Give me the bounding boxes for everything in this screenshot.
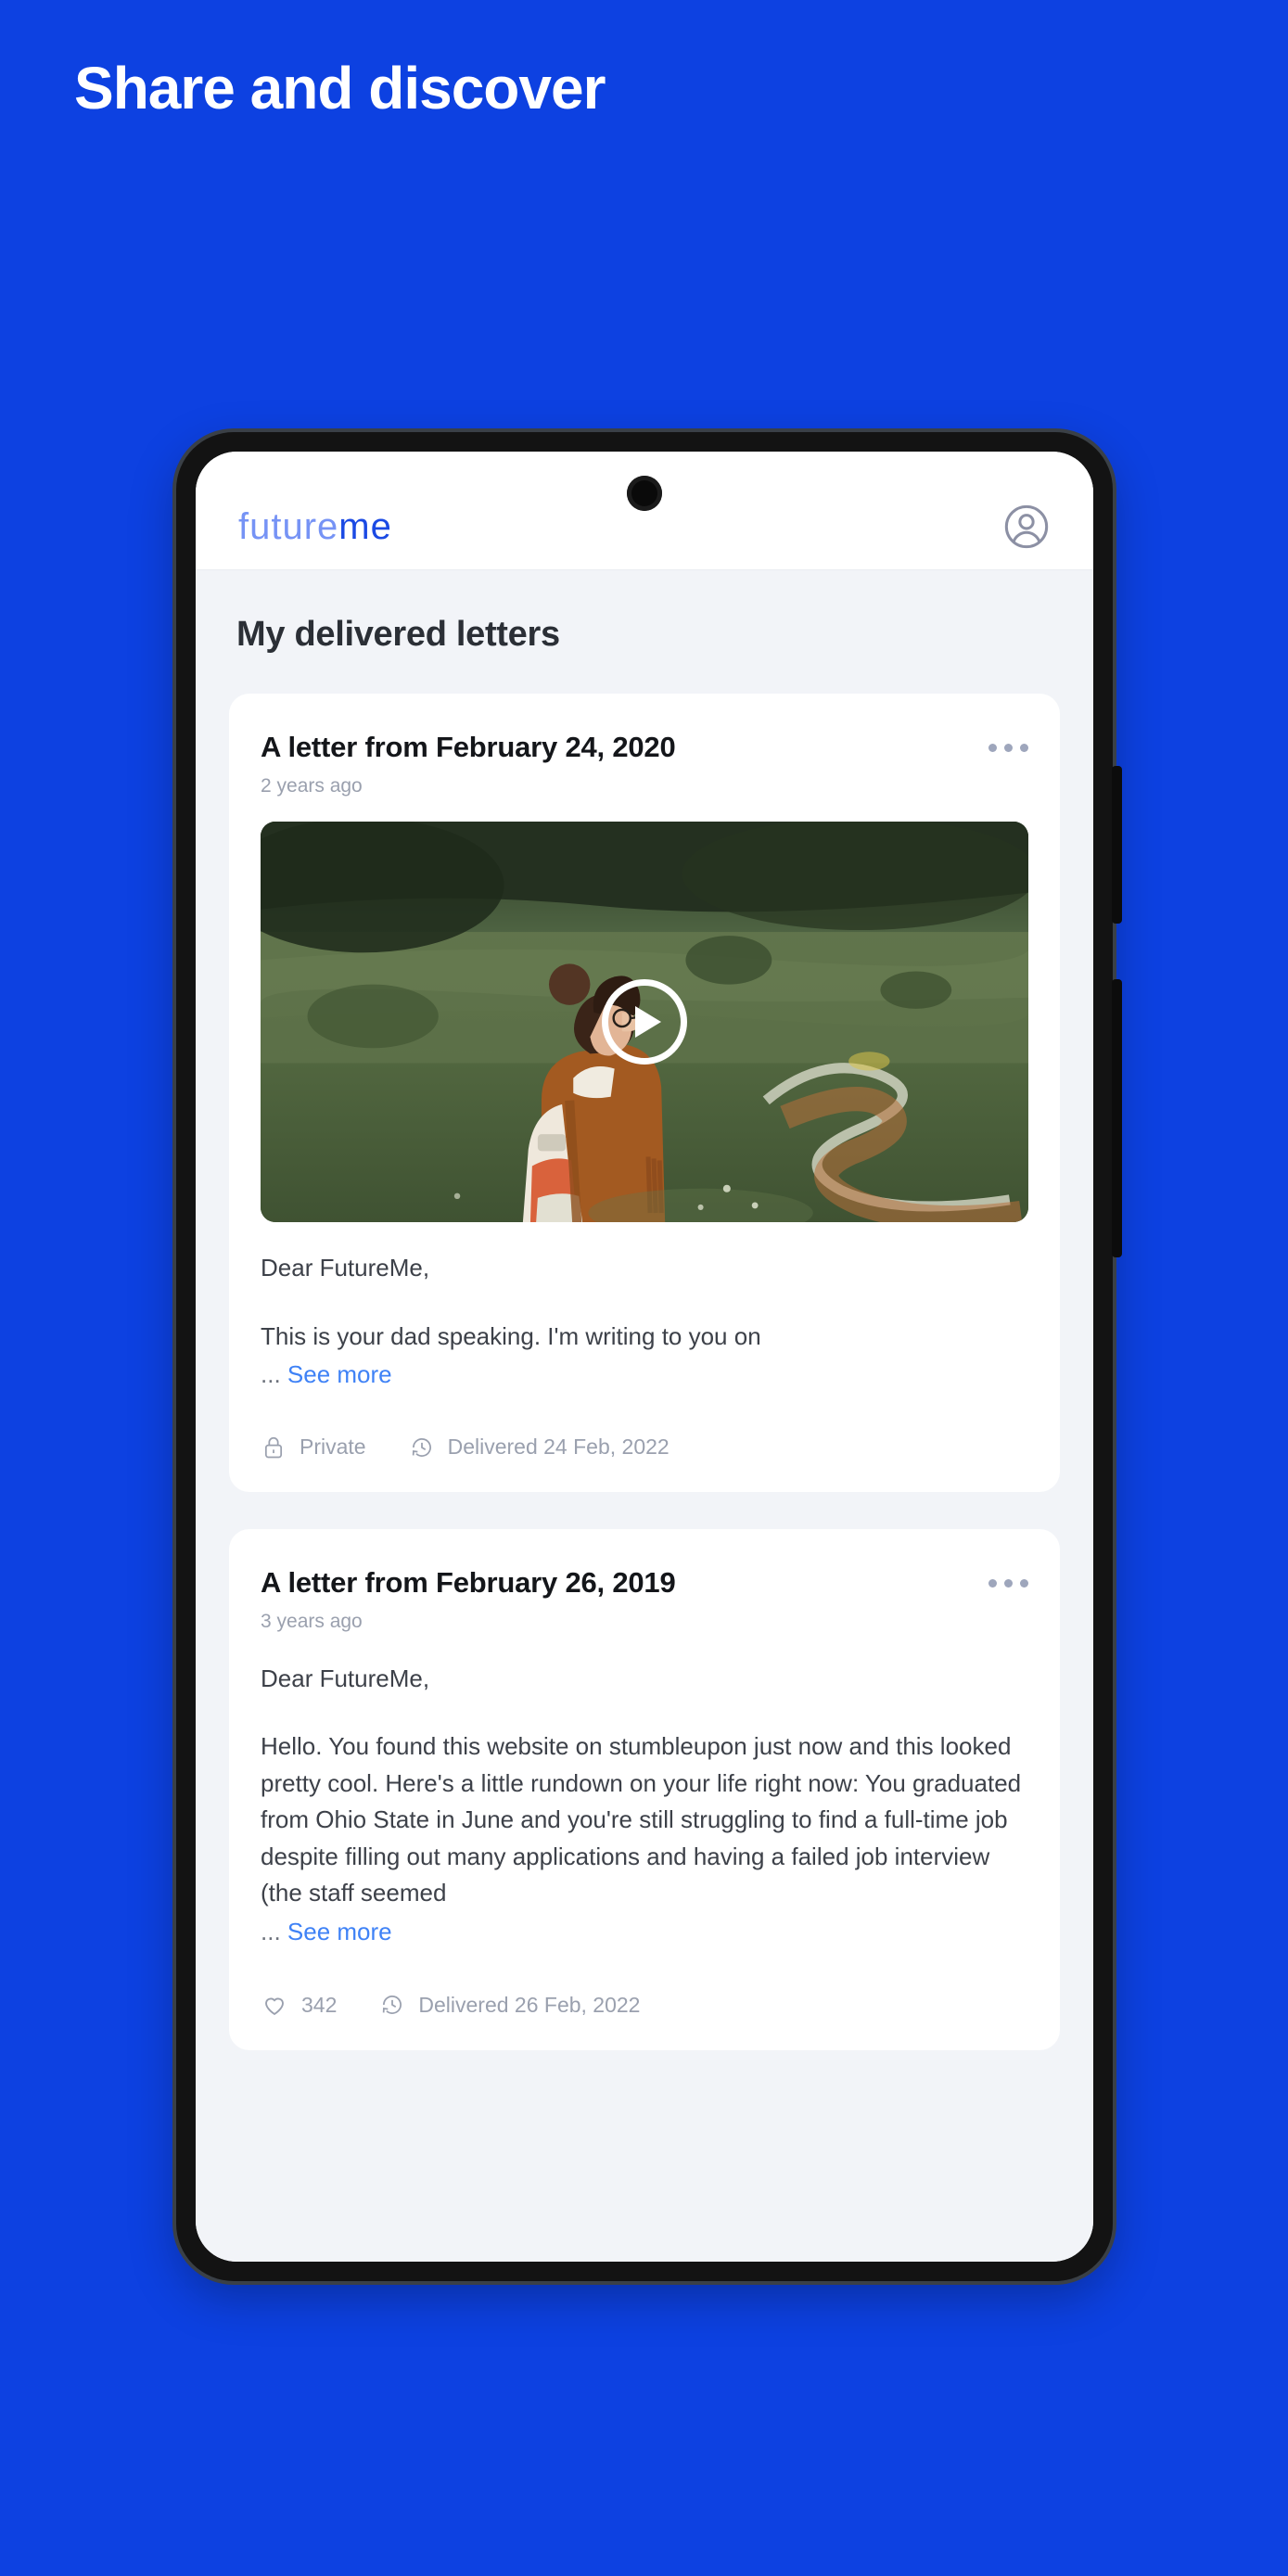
ellipsis: ... bbox=[261, 1360, 281, 1389]
letter-card-footer: Private Delivered 24 Feb, 2022 bbox=[261, 1435, 1028, 1460]
ellipsis: ... bbox=[261, 1917, 281, 1945]
letter-body: Dear FutureMe, Hello. You found this web… bbox=[261, 1661, 1028, 1912]
likes-count: 342 bbox=[301, 1992, 338, 2017]
letter-greeting: Dear FutureMe, bbox=[261, 1254, 430, 1282]
phone-screen: futureme My delivered letters A letter f… bbox=[196, 452, 1093, 2262]
letter-excerpt: Hello. You found this website on stumble… bbox=[261, 1732, 1022, 1907]
phone-frame: futureme My delivered letters A letter f… bbox=[176, 432, 1122, 2281]
letter-title: A letter from February 24, 2020 bbox=[261, 731, 676, 763]
clock-history-icon bbox=[409, 1435, 435, 1460]
letter-greeting: Dear FutureMe, bbox=[261, 1664, 430, 1692]
see-more-link[interactable]: See more bbox=[287, 1360, 392, 1388]
letter-card-footer: 342 Delivered 26 Feb, 2022 bbox=[261, 1991, 1028, 2019]
play-circle-icon[interactable] bbox=[602, 979, 687, 1065]
poster-canvas: Share and discover futureme My delivered bbox=[0, 0, 1288, 2576]
letter-video-thumbnail[interactable] bbox=[261, 822, 1028, 1222]
delivered-label: Delivered 26 Feb, 2022 bbox=[418, 1992, 641, 2017]
privacy-status: Private bbox=[261, 1435, 366, 1460]
lock-icon bbox=[261, 1435, 287, 1460]
more-options-icon[interactable] bbox=[988, 731, 1028, 752]
page-title: My delivered letters bbox=[236, 615, 560, 654]
more-options-icon[interactable] bbox=[988, 1566, 1028, 1588]
likes-status[interactable]: 342 bbox=[261, 1991, 337, 2019]
letter-card-header: A letter from February 26, 2019 3 years … bbox=[261, 1566, 1028, 1633]
phone-volume-button[interactable] bbox=[1112, 766, 1122, 924]
delivered-label: Delivered 24 Feb, 2022 bbox=[447, 1435, 670, 1460]
letter-title: A letter from February 26, 2019 bbox=[261, 1565, 676, 1599]
logo-part-future: future bbox=[238, 505, 339, 547]
letter-card-header: A letter from February 24, 2020 2 years … bbox=[261, 731, 1028, 797]
delivered-status: Delivered 26 Feb, 2022 bbox=[379, 1992, 640, 2018]
app-header: futureme bbox=[196, 452, 1093, 570]
futureme-logo[interactable]: futureme bbox=[238, 508, 392, 545]
letter-body: Dear FutureMe, This is your dad speaking… bbox=[261, 1250, 1028, 1355]
account-circle-icon[interactable] bbox=[1002, 503, 1051, 551]
heart-icon[interactable] bbox=[261, 1991, 288, 2019]
front-camera-icon bbox=[627, 476, 662, 511]
letter-excerpt: This is your dad speaking. I'm writing t… bbox=[261, 1321, 761, 1350]
letters-feed[interactable]: My delivered letters A letter from Febru… bbox=[196, 570, 1093, 2262]
letter-age: 2 years ago bbox=[261, 775, 363, 797]
see-more-link[interactable]: See more bbox=[287, 1918, 392, 1945]
letter-see-more-row: ... See more bbox=[261, 1357, 1028, 1394]
letter-card[interactable]: A letter from February 26, 2019 3 years … bbox=[229, 1528, 1060, 2051]
letter-see-more-row: ... See more bbox=[261, 1914, 1028, 1951]
privacy-label: Private bbox=[300, 1435, 366, 1460]
logo-part-me: me bbox=[338, 505, 392, 547]
poster-headline: Share and discover bbox=[74, 55, 606, 121]
clock-history-icon bbox=[379, 1992, 405, 2018]
letter-age: 3 years ago bbox=[261, 1610, 363, 1632]
delivered-status: Delivered 24 Feb, 2022 bbox=[409, 1435, 670, 1460]
phone-power-button[interactable] bbox=[1112, 979, 1122, 1257]
letter-card[interactable]: A letter from February 24, 2020 2 years … bbox=[229, 694, 1060, 1492]
